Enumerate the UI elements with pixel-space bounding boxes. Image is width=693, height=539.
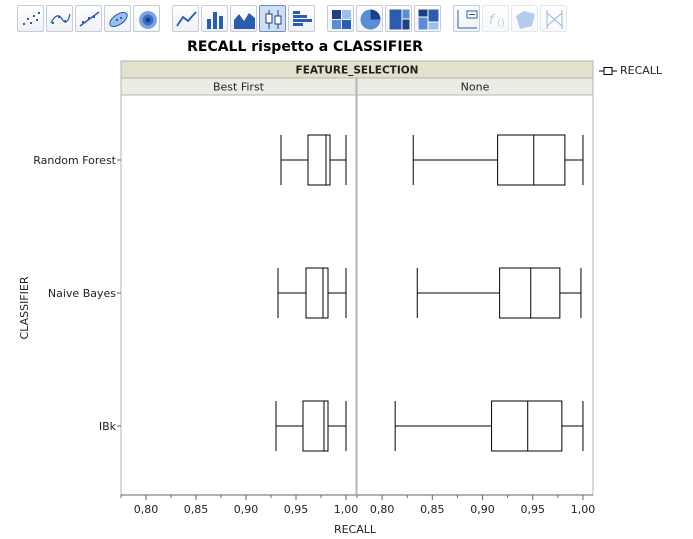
- box-plot-chart: FEATURE_SELECTION Best First None Random Fo…: [18, 60, 596, 536]
- facet-label: None: [461, 81, 490, 94]
- facet-label: Best First: [213, 81, 265, 94]
- iqr-box: [491, 400, 563, 452]
- x-axis-label: RECALL: [334, 523, 377, 536]
- x-tick-label: 1,00: [334, 503, 359, 516]
- x-tick-label: 0,95: [520, 503, 545, 516]
- x-tick-label: 0,95: [284, 503, 309, 516]
- x-tick-label: 1,00: [571, 503, 596, 516]
- y-tick-label: Naive Bayes: [48, 287, 116, 300]
- iqr-box: [497, 134, 566, 186]
- iqr-box: [499, 267, 561, 319]
- x-tick-label: 0,80: [134, 503, 159, 516]
- x-tick-label: 0,90: [470, 503, 495, 516]
- iqr-box: [305, 267, 329, 319]
- y-axis-label: CLASSIFIER: [18, 276, 31, 339]
- x-tick-label: 0,85: [184, 503, 209, 516]
- y-tick-label: Random Forest: [33, 154, 116, 167]
- x-tick-label: 0,85: [420, 503, 445, 516]
- x-tick-label: 0,90: [234, 503, 259, 516]
- iqr-box: [307, 134, 331, 186]
- facet-variable-label: FEATURE_SELECTION: [296, 65, 419, 77]
- x-tick-label: 0,80: [370, 503, 395, 516]
- y-tick-label: IBk: [99, 420, 117, 433]
